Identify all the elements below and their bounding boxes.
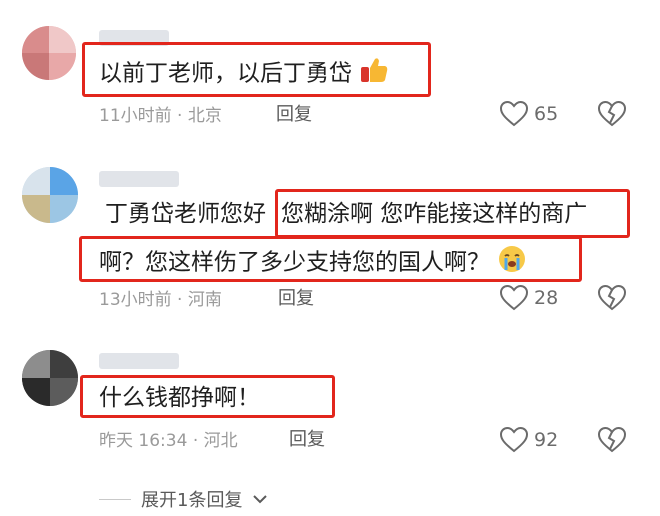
comment-meta: 13小时前 · 河南 (99, 290, 222, 310)
username-blurred[interactable] (99, 171, 179, 187)
dislike-icon[interactable] (597, 101, 627, 127)
heart-icon (500, 101, 528, 127)
like-button[interactable]: 28 (500, 285, 558, 311)
comment-text-content: 以前丁老师，以后丁勇岱 (99, 60, 352, 87)
avatar[interactable] (22, 350, 78, 406)
like-count: 65 (534, 103, 559, 125)
divider (99, 498, 131, 500)
meta-separator: · (192, 431, 204, 451)
comment-time: 13小时前 (99, 290, 172, 310)
like-count: 28 (534, 287, 559, 309)
comment-text: 以前丁老师，以后丁勇岱 (99, 55, 389, 93)
meta-separator: · (177, 290, 188, 310)
avatar[interactable] (22, 26, 76, 80)
comment-location: 河南 (187, 290, 222, 310)
thumbs-up-icon (359, 55, 389, 93)
like-button[interactable]: 65 (500, 101, 558, 127)
comment-location: 北京 (187, 106, 222, 126)
comment-text-line1-highlight: 您糊涂啊 您咋能接这样的商广 (281, 201, 588, 227)
comment-location: 河北 (203, 431, 238, 451)
like-count: 92 (534, 429, 559, 451)
comment-text: 什么钱都挣啊！ (99, 385, 260, 411)
heart-icon (500, 427, 528, 453)
comment-meta: 昨天 16:34 · 河北 (99, 431, 238, 451)
reply-button[interactable]: 回复 (289, 430, 325, 450)
reply-button[interactable]: 回复 (278, 289, 314, 309)
comment-text-content: 啊？您这样伤了多少支持您的国人啊？ (99, 249, 490, 276)
expand-replies-label: 展开1条回复 (141, 490, 243, 511)
comment-time: 昨天 16:34 (99, 431, 188, 451)
chevron-down-icon (253, 495, 268, 504)
heart-icon (500, 285, 528, 311)
comment-meta: 11小时前 · 北京 (99, 106, 222, 126)
like-button[interactable]: 92 (500, 427, 558, 453)
username-blurred[interactable] (99, 353, 179, 369)
crying-face-icon (497, 244, 527, 282)
meta-separator: · (177, 106, 188, 126)
dislike-icon[interactable] (597, 427, 627, 453)
expand-replies-button[interactable]: 展开1条回复 (99, 486, 268, 512)
comment-time: 11小时前 (99, 106, 172, 126)
comment-text-line1-prefix: 丁勇岱老师您好 (105, 201, 266, 227)
dislike-icon[interactable] (597, 285, 627, 311)
avatar[interactable] (22, 167, 78, 223)
reply-button[interactable]: 回复 (276, 105, 312, 125)
comment-text-line2: 啊？您这样伤了多少支持您的国人啊？ (99, 244, 527, 282)
